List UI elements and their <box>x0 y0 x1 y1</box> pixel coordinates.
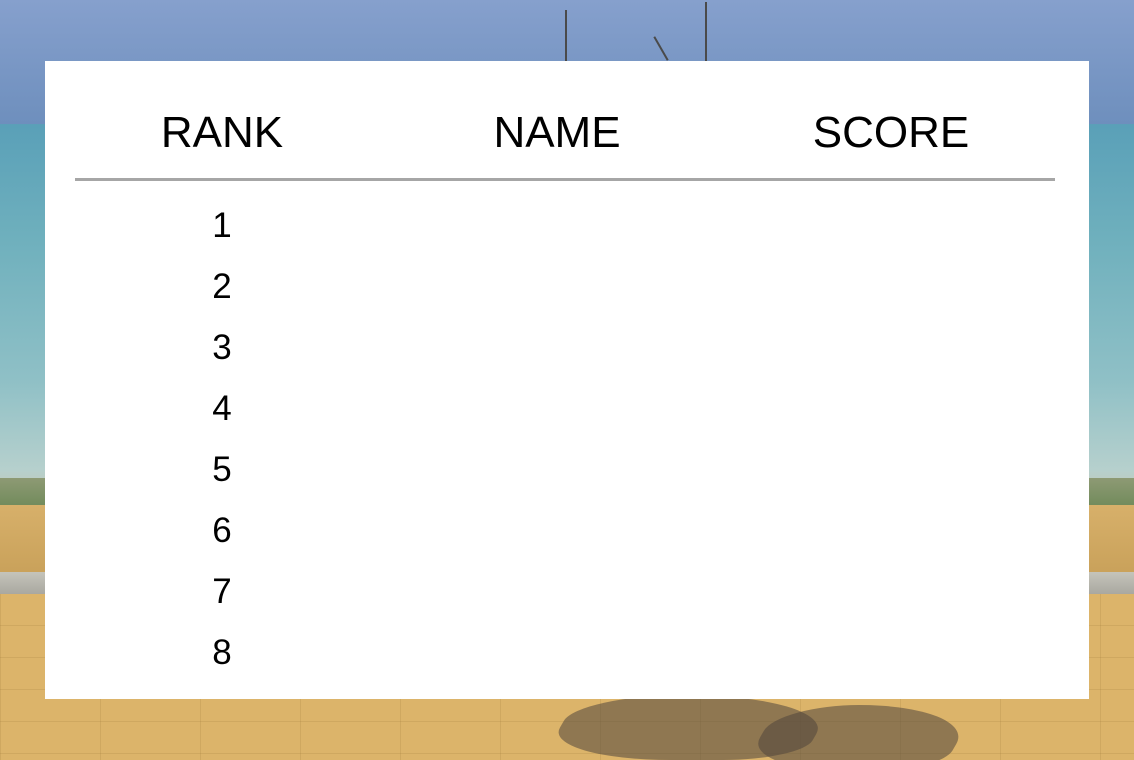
leaderboard-row: 4 <box>45 384 1089 445</box>
leaderboard-row: 1 <box>45 201 1089 262</box>
rank-cell: 4 <box>212 389 232 428</box>
leaderboard-row: 2 <box>45 262 1089 323</box>
rank-cell: 3 <box>212 328 232 367</box>
leaderboard-row: 3 <box>45 323 1089 384</box>
leaderboard-rows: 1 2 3 4 5 6 7 8 <box>45 201 1089 689</box>
leaderboard-panel: RANK NAME SCORE 1 2 3 4 5 6 7 8 <box>45 61 1089 699</box>
tree-branch <box>565 10 567 62</box>
rank-cell: 8 <box>212 633 232 672</box>
tree-branch-2 <box>705 2 707 62</box>
leaderboard-row: 8 <box>45 628 1089 689</box>
rank-cell: 2 <box>212 267 232 306</box>
rank-cell: 6 <box>212 511 232 550</box>
score-column-header: SCORE <box>812 108 970 157</box>
name-column-header: NAME <box>493 108 621 157</box>
rank-column-header: RANK <box>160 108 284 157</box>
leaderboard-header: RANK NAME SCORE <box>45 61 1089 179</box>
rank-cell: 7 <box>212 572 232 611</box>
leaderboard-row: 7 <box>45 567 1089 628</box>
leaderboard-row: 5 <box>45 445 1089 506</box>
leaderboard-row: 6 <box>45 506 1089 567</box>
rank-cell: 5 <box>212 450 232 489</box>
rank-cell: 1 <box>212 206 232 245</box>
header-divider <box>75 178 1055 181</box>
